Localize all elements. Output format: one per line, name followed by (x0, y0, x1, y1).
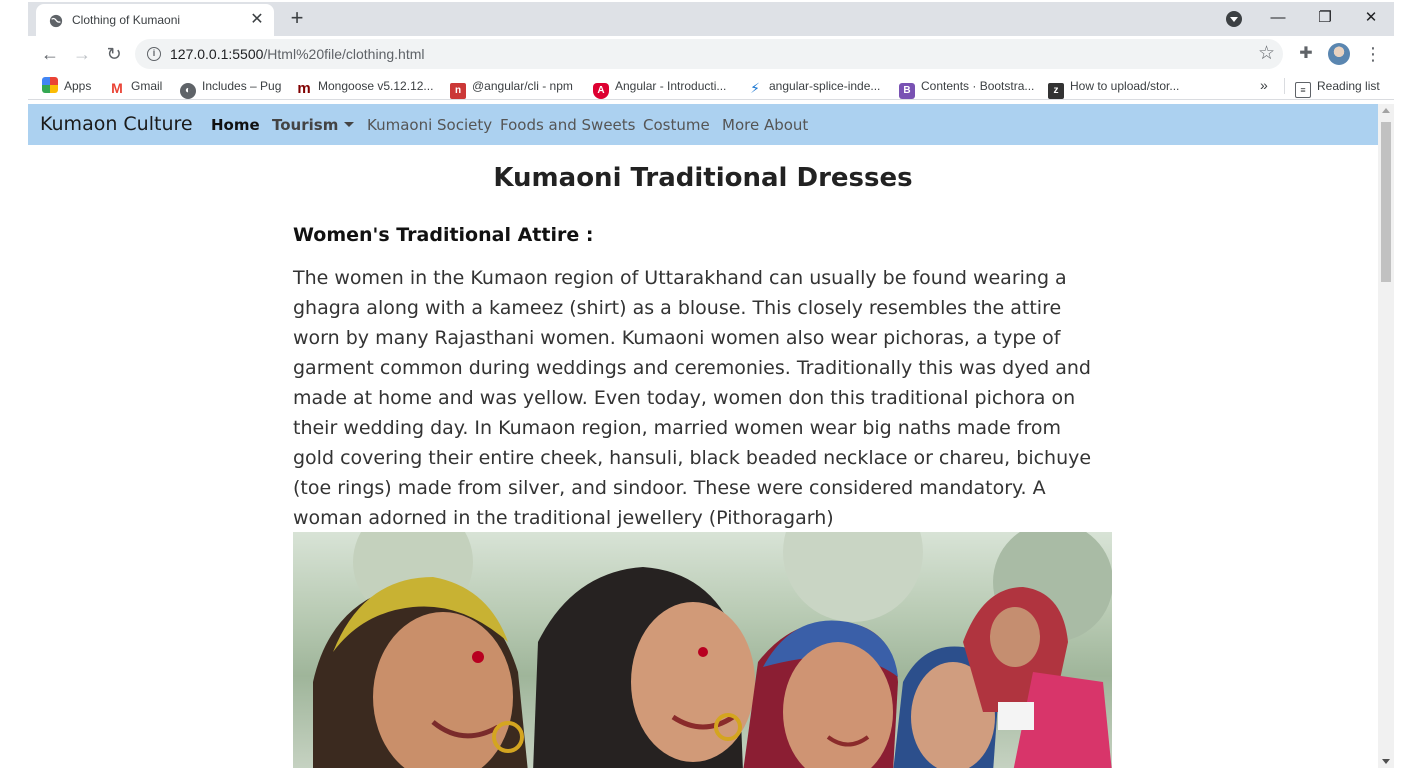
z-icon: z (1048, 83, 1064, 99)
bookmark-angular[interactable]: A Angular - Introducti... (593, 77, 727, 99)
bookmark-angular-splice[interactable]: ⚡ angular-splice-inde... (747, 77, 881, 96)
scroll-down-arrow-icon[interactable] (1382, 759, 1390, 764)
globe-icon: ◐ (180, 83, 196, 99)
url-text[interactable]: 127.0.0.1:5500/Html%20file/clothing.html (170, 46, 424, 62)
npm-icon: n (450, 83, 466, 99)
bookmark-bootstrap[interactable]: B Contents · Bootstra... (899, 77, 1035, 99)
reload-icon[interactable]: ↻ (102, 42, 126, 66)
bootstrap-icon: B (899, 83, 915, 99)
bookmarks-overflow-icon[interactable]: » (1260, 77, 1268, 93)
caret-down-icon (344, 122, 355, 127)
bookmark-label: Contents · Bootstra... (921, 79, 1035, 93)
bookmark-gmail[interactable]: M Gmail (109, 77, 163, 96)
page-title: Kumaoni Traditional Dresses (493, 163, 913, 193)
tab-strip: Clothing of Kumaoni ✕ + — ❐ ✕ (28, 2, 1394, 36)
window-close-icon[interactable]: ✕ (1359, 6, 1383, 30)
scrollbar-thumb[interactable] (1381, 122, 1391, 282)
tab-title: Clothing of Kumaoni (72, 13, 181, 27)
bookmark-label: Angular - Introducti... (615, 79, 727, 93)
nav-kumaoni-society[interactable]: Kumaoni Society (367, 116, 492, 134)
minimize-icon[interactable]: — (1266, 6, 1290, 30)
reading-list-button[interactable]: ≡ Reading list (1295, 77, 1380, 98)
bookmark-label: angular-splice-inde... (769, 79, 881, 93)
attire-paragraph: The women in the Kumaon region of Uttara… (293, 267, 1092, 529)
women-attire-photo (293, 532, 1112, 768)
tab-search-icon[interactable] (1226, 11, 1242, 27)
forward-arrow-icon[interactable]: → (70, 42, 94, 66)
address-bar[interactable]: i 127.0.0.1:5500/Html%20file/clothing.ht… (135, 39, 1283, 69)
nav-costume[interactable]: Costume (643, 116, 710, 134)
nav-tourism-label: Tourism (272, 116, 339, 134)
browser-menu-icon[interactable]: ⋮ (1364, 43, 1382, 65)
extensions-puzzle-icon[interactable]: ✚ (1296, 44, 1316, 64)
reading-list-label: Reading list (1317, 79, 1380, 93)
profile-avatar[interactable] (1328, 43, 1350, 65)
page-scrollbar[interactable] (1378, 104, 1394, 768)
photo-illustration (313, 532, 1112, 768)
bookmark-label: @angular/cli - npm (472, 79, 573, 93)
nav-tourism-dropdown[interactable]: Tourism (272, 116, 355, 134)
tab-clothing[interactable]: Clothing of Kumaoni ✕ (36, 4, 274, 36)
bookmark-label: Apps (64, 79, 92, 93)
tab-close-icon[interactable]: ✕ (248, 11, 266, 29)
nav-foods-and-sweets[interactable]: Foods and Sweets (500, 116, 635, 134)
angular-icon: A (593, 83, 609, 99)
bookmark-label: How to upload/stor... (1070, 79, 1180, 93)
bookmarks-divider (1284, 78, 1285, 94)
scroll-up-arrow-icon[interactable] (1382, 108, 1390, 113)
back-arrow-icon[interactable]: ← (38, 42, 62, 66)
nav-more-about[interactable]: More About (722, 116, 808, 134)
bookmarks-bar: Apps M Gmail ◐ Includes – Pug m Mongoose v5… (28, 72, 1394, 100)
url-host: 127.0.0.1:5500 (170, 46, 264, 62)
gmail-icon: M (109, 80, 125, 96)
restore-icon[interactable]: ❐ (1313, 6, 1337, 30)
bookmark-label: Mongoose v5.12.12... (318, 79, 434, 93)
bolt-icon: ⚡ (747, 80, 763, 96)
page-viewport: Kumaon Culture Home Tourism Kumaoni Soci… (28, 104, 1394, 768)
apps-grid-icon (42, 77, 58, 93)
bookmark-mongoose[interactable]: m Mongoose v5.12.12... (296, 77, 434, 97)
nav-home[interactable]: Home (211, 116, 260, 134)
bookmark-npm[interactable]: n @angular/cli - npm (450, 77, 573, 99)
browser-window: Clothing of Kumaoni ✕ + — ❐ ✕ ← → ↻ i 12… (28, 2, 1394, 768)
site-brand[interactable]: Kumaon Culture (40, 113, 193, 135)
url-path: /Html%20file/clothing.html (263, 46, 425, 62)
browser-toolbar: ← → ↻ i 127.0.0.1:5500/Html%20file/cloth… (28, 36, 1394, 72)
mongoose-icon: m (296, 80, 312, 97)
section-heading: Women's Traditional Attire : (293, 224, 594, 246)
bookmark-label: Gmail (131, 79, 163, 93)
globe-icon (49, 14, 63, 28)
bookmark-pug[interactable]: ◐ Includes – Pug (180, 77, 282, 99)
site-info-icon[interactable]: i (147, 47, 161, 61)
bookmark-label: Includes – Pug (202, 79, 282, 93)
bookmark-star-icon[interactable]: ☆ (1258, 42, 1275, 65)
site-navbar: Kumaon Culture Home Tourism Kumaoni Soci… (28, 104, 1378, 145)
bookmark-apps[interactable]: Apps (42, 77, 91, 95)
bookmark-upload[interactable]: z How to upload/stor... (1048, 77, 1180, 99)
new-tab-icon[interactable]: + (286, 7, 308, 30)
reading-list-icon: ≡ (1295, 82, 1311, 98)
